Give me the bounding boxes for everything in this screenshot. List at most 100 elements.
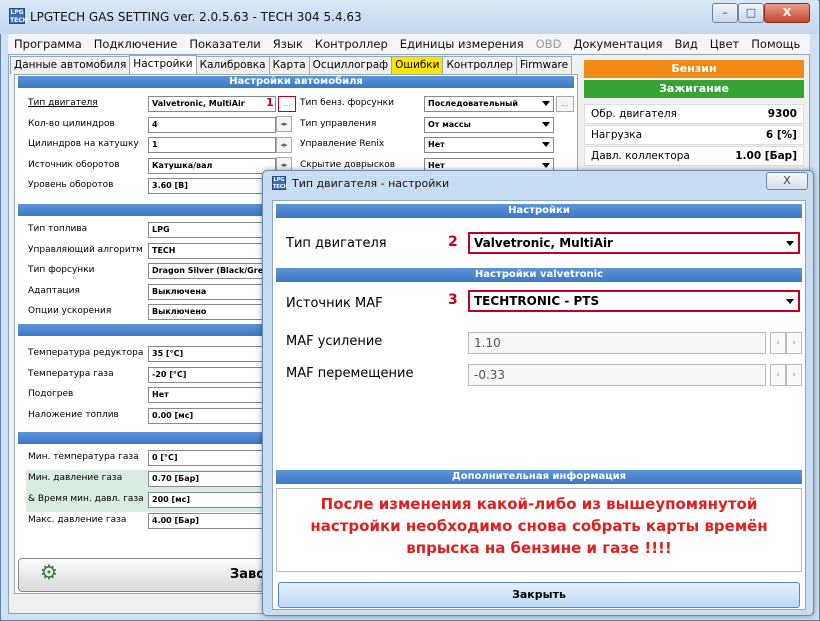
menu-item-6[interactable]: OBD <box>530 34 568 54</box>
car-right-value-text: Нет <box>428 160 445 170</box>
car-left-value[interactable]: 3.60 [В] <box>148 178 276 194</box>
car-left-value[interactable]: Катушка/вал <box>148 157 276 174</box>
dialog-close-button[interactable]: Закрыть <box>278 582 800 608</box>
menu-item-10[interactable]: Помощь <box>745 34 806 54</box>
tab-5[interactable]: Ошибки <box>391 56 444 74</box>
switch-value[interactable]: -20 [°C] <box>148 366 264 383</box>
config-value[interactable]: Dragon Silver (Black/Greer <box>148 263 264 279</box>
dialog-title: Тип двигателя - настройки <box>292 177 450 190</box>
config-label: Тип топлива <box>28 224 88 234</box>
sec-car-header: Настройки автомобиля <box>18 76 574 88</box>
engine-type-select[interactable]: Valvetronic, MultiAir <box>468 232 800 254</box>
ignition-status: Зажигание <box>584 80 804 98</box>
injector-type-ellipsis-button[interactable]: ... <box>556 96 574 112</box>
maf-gain-input[interactable]: 1.10 <box>468 332 766 354</box>
switch-value[interactable]: 35 [°C] <box>148 346 264 362</box>
close-button[interactable]: X <box>764 3 810 23</box>
dialog-section-info: Дополнительная информация <box>276 470 802 484</box>
switch-value-text: -20 [°C] <box>152 369 187 379</box>
menu-item-0[interactable]: Программа <box>8 34 88 54</box>
car-right-value[interactable]: Нет <box>424 137 554 153</box>
cylinders-spinner-1[interactable]: ◂▸ <box>276 137 292 153</box>
car-right-value[interactable]: Последовательный <box>424 96 554 112</box>
car-left-value[interactable]: Valvetronic, MultiAir <box>148 96 276 112</box>
switch2-value[interactable]: 0 [°C] <box>148 450 264 466</box>
tab-1[interactable]: Настройки <box>129 55 197 74</box>
app-icon: LPG TECH <box>9 8 28 24</box>
engine-type-value: Valvetronic, MultiAir <box>474 236 613 250</box>
tab-0[interactable]: Данные автомобиля <box>10 56 131 74</box>
menu-item-1[interactable]: Подключение <box>88 34 184 54</box>
engine-type-label: Тип двигателя <box>286 236 387 251</box>
dialog-close-icon[interactable]: X <box>766 172 808 190</box>
chevron-down-icon <box>786 241 794 246</box>
dialog-section-valvetronic: Настройки valvetronic <box>276 268 802 282</box>
engine-type-ellipsis-button[interactable]: ... <box>278 96 296 112</box>
config-value[interactable]: Выключена <box>148 283 264 300</box>
car-right-value[interactable]: От массы <box>424 116 554 133</box>
car-left-value[interactable]: 1 <box>148 137 276 153</box>
menu-item-5[interactable]: Единицы измерения <box>394 34 530 54</box>
marker-3: 3 <box>448 292 458 308</box>
switch2-value[interactable]: 0.70 [Бар] <box>148 471 264 487</box>
menu-item-4[interactable]: Контроллер <box>309 34 394 54</box>
switch2-value[interactable]: 200 [мс] <box>148 492 264 508</box>
config-value[interactable]: Выключено <box>148 304 264 320</box>
maximize-button[interactable]: □ <box>738 3 764 23</box>
switch2-value[interactable]: 4.00 [Бар] <box>148 513 264 529</box>
maf-source-select[interactable]: TECHTRONIC - PTS <box>468 290 800 312</box>
config-label: Тип форсунки <box>28 265 95 275</box>
car-left-value[interactable]: 4 <box>148 116 276 133</box>
marker-2: 2 <box>448 234 458 250</box>
switch-label: Температура редуктора <box>28 348 144 358</box>
tab-7[interactable]: Firmware <box>515 56 573 74</box>
car-right-label: Тип управления <box>300 118 377 129</box>
config-value-text: Dragon Silver (Black/Greer <box>152 266 264 275</box>
maf-shift-increment[interactable]: › <box>786 364 802 386</box>
tab-3[interactable]: Карта <box>268 56 310 74</box>
readout-row: Обр. двигателя 9300 <box>584 104 804 124</box>
minimize-button[interactable]: – <box>712 3 738 23</box>
maf-source-label: Источник MAF <box>286 296 383 311</box>
car-left-label: Тип двигателя <box>28 98 98 108</box>
maf-gain-decrement[interactable]: ‹ <box>770 332 786 354</box>
config-value-text: Выключена <box>152 286 207 296</box>
car-left-value-text: Valvetronic, MultiAir <box>152 99 245 108</box>
config-value[interactable]: TECH <box>148 242 264 259</box>
tab-6[interactable]: Контроллер <box>442 56 517 74</box>
tab-2[interactable]: Калибровка <box>195 56 270 74</box>
switch-value-text: Нет <box>152 390 169 399</box>
menu-item-3[interactable]: Язык <box>267 34 309 54</box>
switch-value-text: 35 [°C] <box>152 349 184 358</box>
switch2-value-text: 0.70 [Бар] <box>152 474 200 483</box>
config-value[interactable]: LPG <box>148 222 264 238</box>
maf-gain-label: MAF усиление <box>286 334 383 349</box>
menu-item-2[interactable]: Показатели <box>183 34 266 54</box>
readout-value: 9300 <box>767 108 797 120</box>
chevron-down-icon <box>542 121 550 127</box>
car-left-label: Кол-во цилиндров <box>28 118 115 129</box>
readout-row: Давл. коллектора 1.00 [Бар] <box>584 146 804 166</box>
fuel-status: Бензин <box>584 60 804 78</box>
config-value-text: Выключено <box>152 307 207 316</box>
dialog-icon: LPG TECH <box>272 176 288 190</box>
cylinders-spinner-0[interactable]: ◂▸ <box>276 116 292 132</box>
readout-row: Нагрузка 6 [%] <box>584 125 804 145</box>
readout-value: 6 [%] <box>765 129 797 141</box>
switch2-value-text: 0 [°C] <box>152 453 178 462</box>
maf-shift-decrement[interactable]: ‹ <box>770 364 786 386</box>
car-left-label: Цилиндров на катушку <box>28 139 139 149</box>
car-left-label: Уровень оборотов <box>28 180 114 190</box>
car-right-value-text: Последовательный <box>428 99 518 108</box>
menu-item-9[interactable]: Цвет <box>704 34 745 54</box>
menu-item-7[interactable]: Документация <box>567 34 668 54</box>
maf-shift-input[interactable]: -0.33 <box>468 364 766 386</box>
car-right-value-text: От массы <box>428 119 471 129</box>
config-value-text: TECH <box>152 245 176 255</box>
menu-item-8[interactable]: Вид <box>668 34 703 54</box>
car-left-label: Источник оборотов <box>28 159 120 170</box>
tab-4[interactable]: Осциллограф <box>308 56 393 74</box>
switch-value[interactable]: 0.00 [мс] <box>148 407 264 424</box>
maf-gain-increment[interactable]: › <box>786 332 802 354</box>
switch-value[interactable]: Нет <box>148 387 264 403</box>
